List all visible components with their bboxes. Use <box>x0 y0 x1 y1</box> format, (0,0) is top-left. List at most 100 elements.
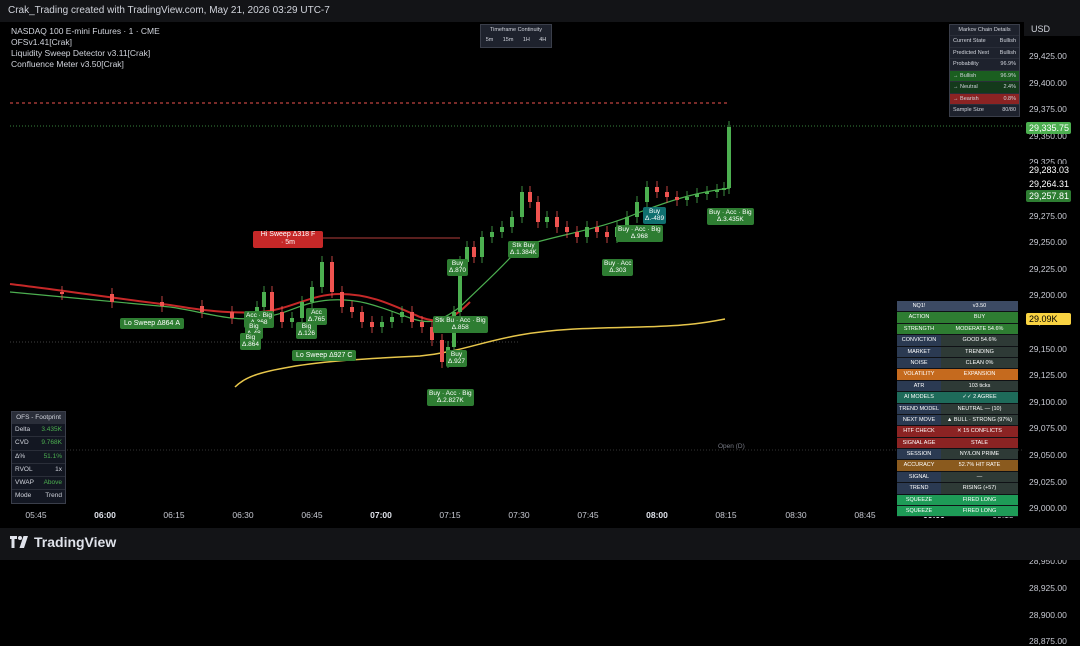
confluence-key: NOISE <box>897 357 941 369</box>
confluence-value: CLEAN 0% <box>941 357 1018 369</box>
markov-key: Sample Size <box>953 107 984 113</box>
candle-body <box>490 232 494 237</box>
candle-body <box>695 194 699 197</box>
price-tick: 29,225.00 <box>1029 263 1067 274</box>
price-tick: 29,075.00 <box>1029 423 1067 434</box>
signal-label-line: Buy · Acc · Big <box>429 390 472 397</box>
confluence-value: MODERATE 54.6% <box>941 323 1018 335</box>
signal-label-line: Acc · Big <box>246 312 273 319</box>
candle-body <box>390 317 394 322</box>
price-tick: 29,150.00 <box>1029 343 1067 354</box>
price-tick: 29,250.00 <box>1029 237 1067 248</box>
currency-label[interactable]: USD <box>1024 22 1080 36</box>
signal-label-line: Δ.927 <box>448 358 465 366</box>
time-tick: 08:00 <box>646 510 668 520</box>
markov-value: Bullish <box>999 49 1016 56</box>
price-box: 29,257.81 <box>1026 190 1071 202</box>
candle-body <box>500 227 504 232</box>
confluence-key: ATR <box>897 380 941 392</box>
candle-body <box>370 322 374 327</box>
signal-label-line: Δ.-489 <box>645 215 665 223</box>
indicator-symbol[interactable]: NASDAQ 100 E-mini Futures · 1 · CME <box>11 26 160 37</box>
candles-group <box>60 121 731 368</box>
candle-body <box>645 187 649 202</box>
signal-label-line: Buy · Acc <box>604 260 632 267</box>
price-tick: 29,400.00 <box>1029 77 1067 88</box>
candle-body <box>715 190 719 192</box>
markov-row: → Bearish 0.8% <box>950 92 1019 104</box>
signal-label: Buy · Acc · Big Δ.968 <box>616 225 663 242</box>
ofs-title: OFS - Footprint <box>12 412 65 423</box>
confluence-row: ACCURACY 52.7% HIT RATE <box>897 460 1018 472</box>
confluence-row: NQ1! v3.50 <box>897 301 1018 313</box>
time-tick: 06:00 <box>94 510 116 520</box>
confluence-value: 103 ticks <box>941 380 1018 392</box>
confluence-row: AI MODELS ✓✓ 2 AGREE <box>897 392 1018 404</box>
candle-body <box>340 292 344 307</box>
open-daily-label: Open (D) <box>718 443 745 450</box>
candle-body <box>655 187 659 192</box>
confluence-key: HTF CHECK <box>897 426 941 437</box>
candle-body <box>60 292 64 294</box>
signal-label-line: Buy <box>450 351 463 358</box>
ofs-key: RVOL <box>15 465 33 473</box>
candle-body <box>480 237 484 257</box>
time-tick: 06:30 <box>232 510 254 520</box>
ofs-key: Δ% <box>15 452 26 460</box>
signal-label: Big Δ.126 <box>296 322 317 339</box>
signal-label-line: Big <box>245 334 256 341</box>
confluence-value: — <box>941 471 1018 483</box>
footer-bar: TradingView <box>0 528 1080 560</box>
time-tick: 07:45 <box>577 510 599 520</box>
markov-row: Probability 96.9% <box>950 58 1019 70</box>
candle-body <box>685 197 689 200</box>
signal-label: Buy · Acc · Big Δ.2.827K <box>427 389 474 406</box>
signal-label: Buy · Acc Δ.303 <box>602 259 634 276</box>
confluence-value: ✓✓ 2 AGREE <box>941 392 1018 403</box>
candle-body <box>510 217 514 227</box>
price-tick: 29,200.00 <box>1029 290 1067 301</box>
candle-body <box>160 302 164 306</box>
ofs-footprint-panel: OFS - Footprint Delta 3.435K CVD 9.768K Δ% 51… <box>11 411 66 504</box>
markov-row: Sample Size 80/80 <box>950 104 1019 116</box>
candle-body <box>675 197 679 200</box>
tf-4h: 4H <box>539 37 547 43</box>
hi-sweep-label: Hi Sweep Δ318 F · 5m <box>253 231 323 248</box>
markov-key: → Neutral <box>953 84 978 90</box>
lo-sweep-a-label: Lo Sweep Δ864 A <box>120 318 185 329</box>
markov-row: → Neutral 2.4% <box>950 81 1019 93</box>
indicator-ofs[interactable]: OFSv1.41[Crak] <box>11 37 160 48</box>
top-bar: Crak_Trading created with TradingView.co… <box>0 0 1080 22</box>
confluence-key: TREND MODEL <box>897 403 941 414</box>
time-tick: 08:45 <box>854 510 876 520</box>
price-tick: 29,100.00 <box>1029 396 1067 407</box>
candle-body <box>722 188 726 190</box>
price-tick: 29,375.00 <box>1029 104 1067 115</box>
price-tick: 28,925.00 <box>1029 583 1067 593</box>
confluence-key: NQ1! <box>897 301 941 312</box>
time-tick: 07:30 <box>508 510 530 520</box>
signal-label: Stk Buy Δ.1.384K <box>508 241 539 258</box>
signal-label-line: Buy <box>451 260 464 267</box>
ofs-row: Mode Trend <box>12 489 65 502</box>
confluence-row: TREND MODEL NEUTRAL — (10) <box>897 403 1018 415</box>
price-box: 29,264.31 <box>1026 178 1071 190</box>
time-tick: 06:15 <box>163 510 185 520</box>
tradingview-icon <box>10 536 28 548</box>
tradingview-logo[interactable]: TradingView <box>10 534 116 550</box>
signal-label-line: Stk Buy <box>512 242 535 249</box>
price-tick: 29,025.00 <box>1029 476 1067 487</box>
confluence-value: 52.7% HIT RATE <box>941 460 1018 471</box>
markov-value: 0.8% <box>1003 95 1016 102</box>
signal-label-line: Δ.126 <box>298 330 315 338</box>
tf-5m: 5m <box>485 37 494 43</box>
indicator-confluence[interactable]: Confluence Meter v3.50[Crak] <box>11 59 160 70</box>
hi-sweep-line2: · 5m <box>281 239 295 246</box>
confluence-key: CONVICTION <box>897 335 941 346</box>
fast-ma-line <box>9 187 731 323</box>
confluence-key: SIGNAL AGE <box>897 437 941 449</box>
candle-body <box>727 127 731 188</box>
indicator-sweep[interactable]: Liquidity Sweep Detector v3.11[Crak] <box>11 48 160 59</box>
signal-label: Buy · Acc · Big Δ.3.435K <box>707 208 754 225</box>
ofs-key: VWAP <box>15 479 34 487</box>
